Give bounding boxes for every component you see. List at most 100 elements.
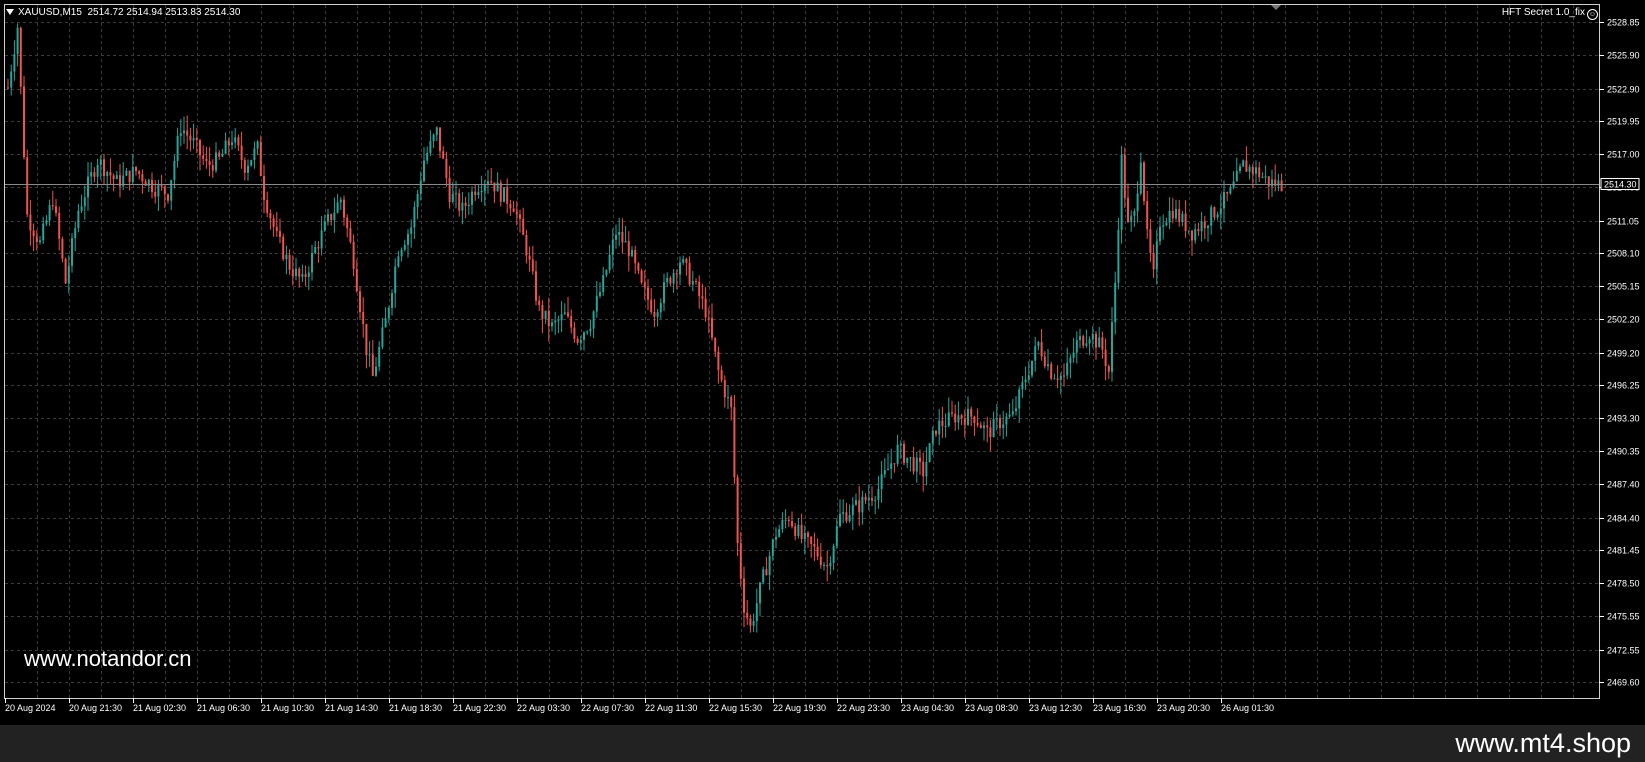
candle-body [16,27,19,55]
time-tick-label: 23 Aug 20:30 [1157,703,1210,713]
candle-body [186,130,189,136]
candle-body [938,420,941,435]
candle-body [330,214,333,221]
candle-body [935,430,937,435]
candle-body [170,180,173,201]
candle-body [1069,357,1072,363]
candle-body [176,135,179,161]
candle-body [317,247,320,249]
candle-body [1050,364,1053,379]
price-tick-label: 2469.60 [1607,678,1640,688]
candle-body [704,298,707,318]
candle-body [64,258,67,284]
candle-body [951,412,953,414]
candle-body [759,582,761,604]
candle-body [739,543,742,579]
candle-body [941,420,944,427]
candle-body [749,618,752,626]
time-axis[interactable]: 20 Aug 2024 20 Aug 21:30 21 Aug 02:30 21 Au… [5,698,1274,713]
candle-body [867,498,870,501]
candle-body [883,470,886,475]
candle-body [506,187,509,204]
candle-body [595,295,598,312]
candle-body [349,228,352,242]
time-tick-label: 21 Aug 14:30 [325,703,378,713]
candle-body [979,424,982,429]
candle-body [13,54,16,72]
candle-body [1117,229,1120,283]
candle-body [1024,379,1027,383]
candle-body [10,71,13,88]
candle-body [877,488,880,500]
price-tick-label: 2499.20 [1607,349,1640,359]
candle-body [1168,210,1171,223]
candle-body [1200,221,1203,232]
candle-body [1191,230,1193,241]
candle-body [679,262,681,275]
candle-body [499,182,502,202]
candle-body [890,463,893,469]
candle-body [762,569,765,583]
candle-body [976,423,979,425]
candle-body [131,166,134,183]
candle-body [1037,342,1040,347]
candle-body [967,408,969,425]
candle-body [807,532,809,537]
price-axis[interactable]: 2528.85 2525.90 2522.90 2519.95 2517.00 2514.… [1599,18,1640,688]
candle-body [957,415,960,423]
candle-body [656,312,659,317]
candle-body [851,504,854,516]
candle-body [634,250,637,264]
candle-body [880,474,883,489]
candle-body [205,158,208,161]
candle-body [202,155,205,159]
candle-body [461,202,464,211]
candle-body [259,141,262,176]
candle-body [922,461,925,477]
candle-body [1079,336,1081,341]
candle-body [995,418,998,420]
candle-body [871,498,873,501]
candle-body [275,226,278,231]
candle-body [839,513,841,527]
candle-body [842,512,845,514]
candle-body [80,206,83,211]
candle-body [512,208,515,212]
time-tick-label: 23 Aug 08:30 [965,703,1018,713]
candle-body [791,521,793,527]
candle-body [410,227,413,234]
candle-body [583,332,585,340]
candle-body [1066,362,1069,376]
candle-body [288,254,291,270]
candle-body [365,323,368,356]
candle-body [541,304,544,319]
expert-advisor-label[interactable]: HFT Secret 1.0_fix ☺ [1502,6,1598,20]
candle-body [103,159,105,177]
candle-body [429,140,432,153]
candle-body [640,270,643,283]
candle-body [1088,339,1091,344]
candle-body [301,274,304,277]
price-chart[interactable]: 2528.85 2525.90 2522.90 2519.95 2517.00 2514.… [0,0,1645,725]
candle-body [29,214,32,231]
candle-body [471,191,473,205]
candle-body [615,234,617,240]
candle-body [45,220,48,224]
candle-body [666,277,669,283]
candle-body [115,175,118,179]
candle-body [992,418,995,438]
candle-body [285,254,288,260]
time-tick-label: 23 Aug 04:30 [901,703,954,713]
candle-body [781,519,784,530]
candle-body [343,199,345,218]
current-price-label: 2514.30 [1600,178,1640,190]
candle-body [83,197,86,207]
chart-shift-marker-icon[interactable] [1271,5,1281,10]
candle-body [909,457,912,459]
candle-body [362,312,365,324]
candle-body [1280,180,1283,192]
candle-body [378,346,381,367]
candle-body [899,444,902,446]
candle-body [823,565,825,567]
dropdown-triangle-icon[interactable] [6,9,14,16]
